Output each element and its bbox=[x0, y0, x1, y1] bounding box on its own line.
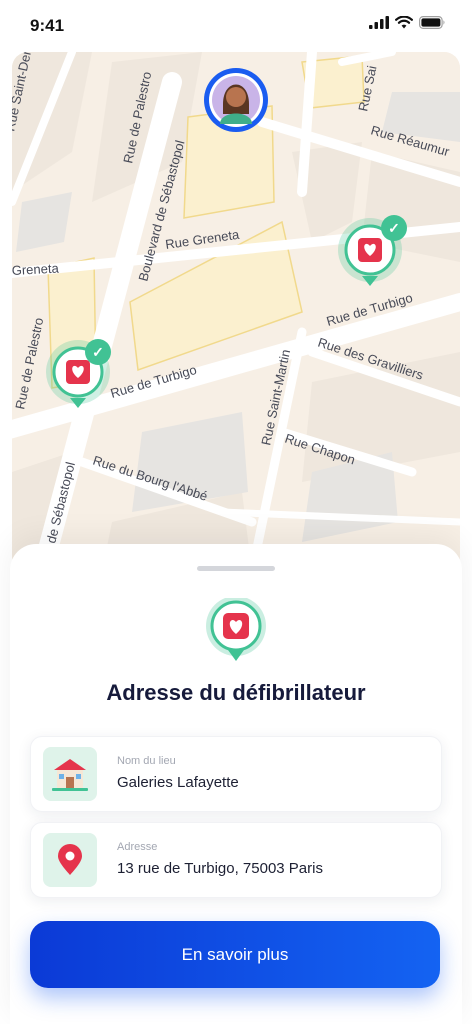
learn-more-button[interactable]: En savoir plus bbox=[30, 921, 440, 988]
status-bar: 9:41 bbox=[0, 0, 472, 52]
aed-marker-icon bbox=[206, 598, 266, 661]
address-value: 13 rue de Turbigo, 75003 Paris bbox=[117, 860, 323, 877]
building-icon bbox=[43, 747, 97, 801]
check-icon: ✓ bbox=[92, 344, 104, 360]
address-label: Adresse bbox=[117, 841, 158, 853]
location-pin-icon bbox=[43, 833, 97, 887]
signal-icon bbox=[369, 16, 389, 29]
user-avatar[interactable] bbox=[204, 68, 268, 132]
drag-handle[interactable] bbox=[197, 566, 275, 571]
street-label: Greneta bbox=[12, 261, 60, 278]
place-name-label: Nom du lieu bbox=[117, 755, 176, 767]
address-card: Adresse 13 rue de Turbigo, 75003 Paris bbox=[30, 822, 442, 898]
clock: 9:41 bbox=[30, 16, 65, 35]
check-icon: ✓ bbox=[388, 220, 400, 236]
wifi-icon bbox=[395, 16, 413, 29]
map-view[interactable]: Rue de Palestro Boulevard de Sébastopol … bbox=[12, 52, 460, 572]
battery-icon bbox=[419, 16, 445, 29]
place-name-card: Nom du lieu Galeries Lafayette bbox=[30, 736, 442, 812]
sheet-title: Adresse du défibrillateur bbox=[106, 680, 366, 705]
status-icons bbox=[369, 16, 446, 29]
bottom-sheet: Adresse du défibrillateur Nom du lieu Ga… bbox=[10, 544, 462, 1024]
place-name-value: Galeries Lafayette bbox=[117, 774, 239, 791]
